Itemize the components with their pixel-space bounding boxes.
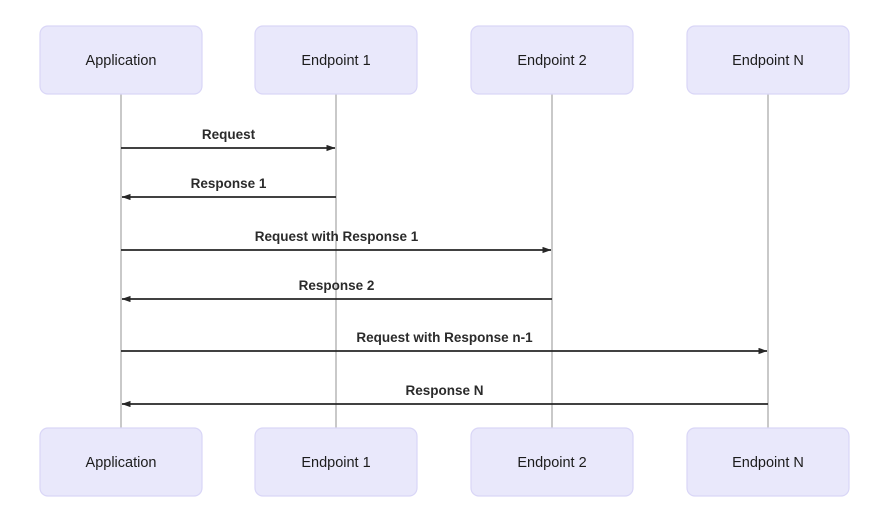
participant-label-endpoint-2: Endpoint 2: [517, 53, 586, 69]
participant-label-endpoint-2: Endpoint 2: [517, 455, 586, 471]
sequence-diagram-canvas: Application Endpoint 1 Endpoint 2 Endpoint …: [0, 0, 882, 528]
participant-box-application-bottom[interactable]: Application: [39, 427, 203, 497]
message-msg-request-with-response-n-1[interactable]: Request with Response n-1: [121, 330, 768, 355]
participant-box-endpoint-2-bottom[interactable]: Endpoint 2: [470, 427, 634, 497]
participant-box-endpoint-2-top[interactable]: Endpoint 2: [470, 25, 634, 95]
participant-box-endpoint-n-top[interactable]: Endpoint N: [686, 25, 850, 95]
lifelines-group: [120, 94, 769, 428]
participant-label-application: Application: [86, 53, 157, 69]
message-msg-response-1[interactable]: Response 1: [121, 176, 336, 201]
message-label-msg-response-n: Response N: [405, 383, 483, 398]
message-msg-request[interactable]: Request: [121, 127, 336, 152]
messages-group: Request Response 1 Request with Response 1…: [121, 127, 768, 408]
participant-box-endpoint-1-bottom[interactable]: Endpoint 1: [254, 427, 418, 497]
participant-box-application-top[interactable]: Application: [39, 25, 203, 95]
message-label-msg-request: Request: [202, 127, 256, 142]
message-label-msg-request-with-response-n-1: Request with Response n-1: [356, 330, 533, 345]
message-msg-response-n[interactable]: Response N: [121, 383, 768, 408]
participant-box-endpoint-1-top[interactable]: Endpoint 1: [254, 25, 418, 95]
participant-label-endpoint-1: Endpoint 1: [301, 455, 370, 471]
participant-box-endpoint-n-bottom[interactable]: Endpoint N: [686, 427, 850, 497]
participant-label-endpoint-1: Endpoint 1: [301, 53, 370, 69]
participant-label-application: Application: [86, 455, 157, 471]
sequence-diagram: Application Endpoint 1 Endpoint 2 Endpoint …: [39, 25, 850, 497]
participant-label-endpoint-n: Endpoint N: [732, 53, 804, 69]
message-msg-response-2[interactable]: Response 2: [121, 278, 552, 303]
participant-label-endpoint-n: Endpoint N: [732, 455, 804, 471]
message-label-msg-request-with-response-1: Request with Response 1: [255, 229, 419, 244]
participant-boxes-top: Application Endpoint 1 Endpoint 2 Endpoint …: [39, 25, 850, 95]
participant-boxes-bottom: Application Endpoint 1 Endpoint 2 Endpoint …: [39, 427, 850, 497]
message-label-msg-response-1: Response 1: [191, 176, 267, 191]
message-label-msg-response-2: Response 2: [299, 278, 375, 293]
